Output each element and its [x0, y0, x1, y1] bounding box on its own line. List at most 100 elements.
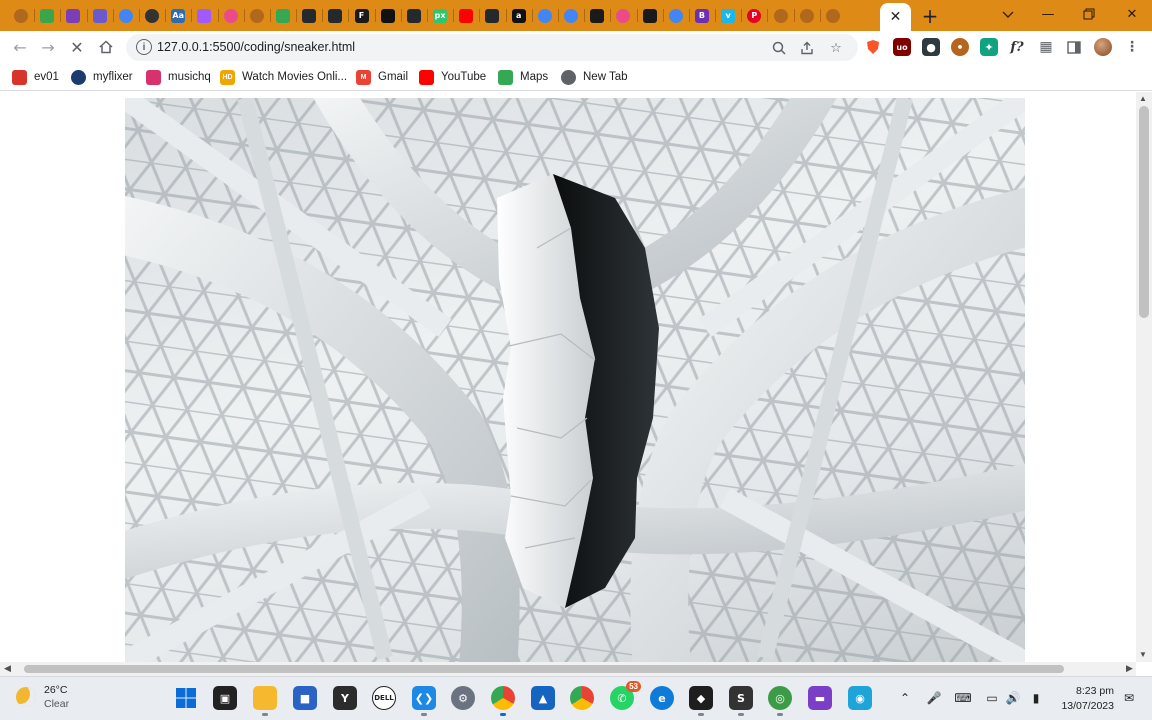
- scroll-left-arrow-icon[interactable]: ◀: [4, 663, 11, 674]
- tab[interactable]: [269, 3, 296, 28]
- figma-taskbar-icon[interactable]: ◆: [689, 686, 713, 716]
- horizontal-scrollbar[interactable]: ◀ ▶: [0, 662, 1136, 676]
- chatgpt-ext-icon[interactable]: ✦: [980, 38, 998, 56]
- tab[interactable]: [217, 3, 244, 28]
- tab[interactable]: [322, 3, 348, 28]
- tab[interactable]: [296, 3, 322, 28]
- back-button[interactable]: ←: [8, 35, 32, 59]
- share-icon[interactable]: [798, 39, 816, 57]
- tab[interactable]: [584, 3, 610, 28]
- tab[interactable]: [767, 3, 793, 28]
- profile-avatar[interactable]: [1094, 38, 1112, 56]
- home-button[interactable]: [94, 35, 118, 59]
- tab[interactable]: [610, 3, 636, 28]
- s-app-icon[interactable]: S: [729, 686, 753, 716]
- tab[interactable]: [479, 3, 505, 28]
- system-clock[interactable]: 8:23 pm 13/07/2023: [1052, 684, 1114, 714]
- tab[interactable]: [793, 3, 820, 28]
- site-info-icon[interactable]: i: [136, 39, 152, 55]
- extensions-puzzle-icon[interactable]: ▦: [1037, 38, 1055, 56]
- restore-button[interactable]: [1069, 0, 1109, 28]
- tab-active[interactable]: ✕: [880, 3, 911, 31]
- cookie-icon[interactable]: •: [951, 38, 969, 56]
- bookmark-item[interactable]: YouTube: [419, 68, 486, 86]
- side-panel-icon[interactable]: [1065, 38, 1083, 56]
- weather-widget[interactable]: 26°C Clear: [16, 683, 69, 711]
- notifications-icon[interactable]: ✉: [1120, 689, 1138, 707]
- tab[interactable]: px: [427, 3, 453, 28]
- vscode-icon[interactable]: ❮❯: [412, 686, 436, 716]
- file-explorer-icon[interactable]: [253, 686, 277, 716]
- bookmark-item[interactable]: ev01: [12, 68, 59, 86]
- battery-icon[interactable]: ▮: [1027, 689, 1045, 707]
- folder-app-icon[interactable]: ▬: [808, 686, 832, 710]
- tab[interactable]: [662, 3, 689, 28]
- chrome-profile-icon[interactable]: [570, 686, 594, 710]
- photos-icon[interactable]: ▲: [531, 686, 555, 710]
- close-tab-icon[interactable]: ✕: [890, 9, 902, 25]
- show-hidden-icons[interactable]: ⌃: [896, 689, 914, 707]
- tab[interactable]: [138, 3, 165, 28]
- vertical-scroll-thumb[interactable]: [1139, 106, 1149, 318]
- bookmark-item[interactable]: myflixer: [71, 68, 133, 86]
- tab[interactable]: [400, 3, 427, 28]
- bookmark-item[interactable]: musichq: [146, 68, 211, 86]
- y-app-icon[interactable]: Y: [333, 686, 357, 710]
- tab[interactable]: [60, 3, 86, 28]
- display-icon[interactable]: ▭: [983, 689, 1001, 707]
- close-window-button[interactable]: ✕: [1112, 0, 1152, 28]
- bookmark-item[interactable]: M Gmail: [356, 68, 408, 86]
- minimize-button[interactable]: —: [1028, 0, 1068, 28]
- tab[interactable]: B: [688, 3, 715, 28]
- stop-loading-button[interactable]: ✕: [65, 35, 89, 59]
- dell-icon[interactable]: DELL: [372, 686, 396, 710]
- tab[interactable]: [112, 3, 139, 28]
- tab[interactable]: [86, 3, 113, 28]
- tab[interactable]: [243, 3, 270, 28]
- scroll-right-arrow-icon[interactable]: ▶: [1126, 663, 1133, 674]
- chrome-icon[interactable]: [491, 686, 515, 716]
- tab[interactable]: [8, 3, 34, 28]
- keyboard-icon[interactable]: ⌨: [954, 689, 972, 707]
- microphone-icon[interactable]: 🎤: [925, 689, 943, 707]
- tab[interactable]: [34, 3, 60, 28]
- edge-icon[interactable]: e: [650, 686, 674, 710]
- task-view-icon[interactable]: ▣: [213, 686, 237, 710]
- menu-kebab-icon[interactable]: ⋮: [1123, 38, 1141, 56]
- bookmark-item[interactable]: Maps: [498, 68, 548, 86]
- tab[interactable]: [636, 3, 663, 28]
- scroll-up-arrow-icon[interactable]: ▲: [1139, 94, 1147, 103]
- tab[interactable]: [819, 3, 846, 28]
- scroll-down-arrow-icon[interactable]: ▼: [1139, 650, 1147, 659]
- vertical-scrollbar[interactable]: ▲ ▼: [1136, 92, 1152, 662]
- tab[interactable]: [191, 3, 217, 28]
- new-tab-button[interactable]: +: [918, 4, 942, 28]
- bookmark-item[interactable]: New Tab: [561, 68, 628, 86]
- start-button[interactable]: [174, 686, 198, 710]
- bookmark-item[interactable]: HD Watch Movies Onli...: [220, 68, 347, 86]
- globe-app-icon[interactable]: ◎: [768, 686, 792, 716]
- tab[interactable]: [453, 3, 479, 28]
- url-text[interactable]: 127.0.0.1:5500/coding/sneaker.html: [157, 40, 355, 54]
- font-ext-icon[interactable]: f?: [1008, 38, 1026, 56]
- tab[interactable]: F: [348, 3, 374, 28]
- incognito-ext-icon[interactable]: ●: [922, 38, 940, 56]
- address-bar[interactable]: i 127.0.0.1:5500/coding/sneaker.html ☆: [126, 34, 858, 61]
- tab[interactable]: a: [505, 3, 532, 28]
- tab[interactable]: [531, 3, 558, 28]
- tab-search-icon[interactable]: [996, 4, 1020, 26]
- ublock-icon[interactable]: uo: [893, 38, 911, 56]
- bookmark-star-icon[interactable]: ☆: [827, 39, 845, 57]
- tab[interactable]: P: [741, 3, 767, 28]
- settings-gear-icon[interactable]: ⚙: [451, 686, 475, 710]
- zoom-icon[interactable]: [770, 39, 788, 57]
- store-icon[interactable]: ■: [293, 686, 317, 710]
- tab[interactable]: [557, 3, 584, 28]
- tab[interactable]: v: [715, 3, 741, 28]
- forward-button[interactable]: →: [36, 35, 60, 59]
- capture-app-icon[interactable]: ◉: [848, 686, 872, 710]
- brave-shield-icon[interactable]: [864, 38, 882, 56]
- tab[interactable]: [374, 3, 401, 28]
- horizontal-scroll-thumb[interactable]: [24, 665, 1064, 673]
- tab[interactable]: Aa: [165, 3, 191, 28]
